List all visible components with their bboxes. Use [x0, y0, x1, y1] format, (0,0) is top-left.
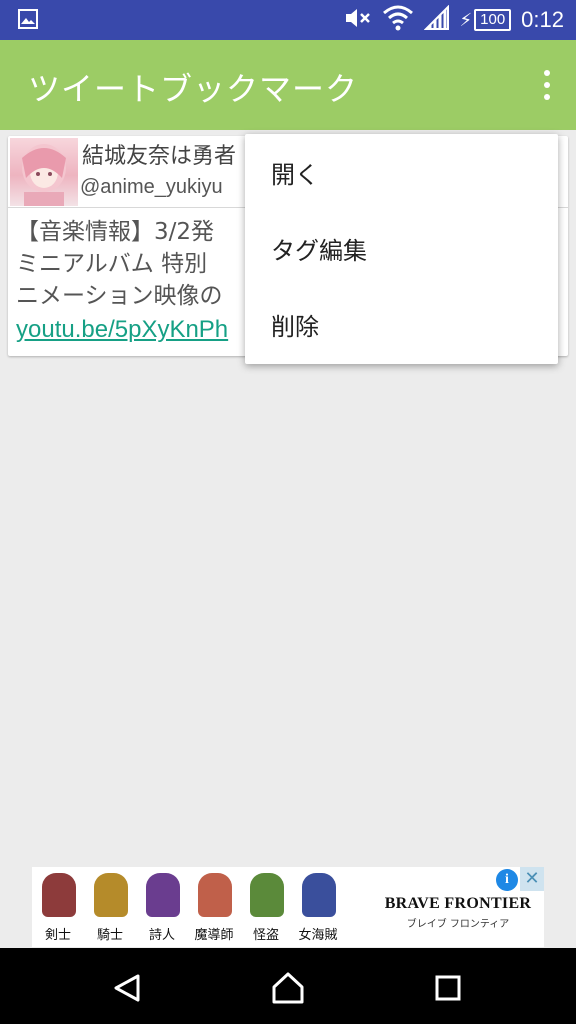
back-icon[interactable] — [108, 968, 148, 1008]
recents-icon[interactable] — [428, 968, 468, 1008]
ad-character-label: 騎士 — [96, 928, 123, 943]
ad-logo-subtitle: ブレイブ フロンティア — [406, 919, 510, 930]
ad-character: 女海賊 — [292, 867, 344, 947]
ad-close-icon[interactable]: ✕ — [520, 867, 544, 891]
signal-icon — [423, 4, 450, 35]
image-notification-icon — [18, 9, 38, 33]
menu-item-open[interactable]: 開く — [245, 134, 558, 210]
ad-character: 怪盗 — [240, 867, 292, 947]
ad-character-label: 剣士 — [44, 928, 71, 943]
ad-character-figure — [94, 873, 128, 917]
battery-level: 100 — [474, 9, 512, 31]
status-time: 0:12 — [521, 7, 564, 32]
app-title: ツイートブックマーク — [28, 70, 359, 108]
menu-item-edit-tags[interactable]: タグ編集 — [245, 210, 558, 286]
mute-icon — [344, 6, 372, 34]
ad-character-figure — [198, 873, 232, 917]
ad-character-label: 魔導師 — [194, 928, 234, 943]
ad-character: 剣士 — [32, 867, 84, 947]
tweet-author-name: 結城友奈は勇者 — [82, 144, 237, 169]
ad-character: 騎士 — [84, 867, 136, 947]
ad-character-figure — [302, 873, 336, 917]
ad-logo: BRAVE FRONTIER ブレイブ フロンティア — [374, 877, 542, 941]
ad-character-figure — [146, 873, 180, 917]
ad-character: 魔導師 — [188, 867, 240, 947]
avatar[interactable] — [10, 138, 78, 206]
wifi-icon — [382, 5, 414, 35]
ad-character-label: 怪盗 — [252, 928, 279, 943]
status-bar: ⚡ 100 0:12 — [0, 0, 576, 40]
ad-info-icon[interactable]: i — [496, 869, 518, 891]
context-menu: 開く タグ編集 削除 — [245, 134, 558, 364]
ad-banner[interactable]: 剣士 騎士 詩人 魔導師 怪盗 女海賊 BRAVE FRONTIER ブレイブ … — [32, 867, 544, 947]
tweet-author-handle: @anime_yukiyu — [80, 176, 223, 198]
ad-character-label: 女海賊 — [298, 928, 338, 943]
home-icon[interactable] — [268, 968, 308, 1008]
navigation-bar — [0, 948, 576, 1024]
ad-character-figure — [42, 873, 76, 917]
app-bar: ツイートブックマーク — [0, 40, 576, 130]
battery-icon: ⚡ 100 — [460, 9, 512, 31]
menu-item-delete[interactable]: 削除 — [245, 286, 558, 362]
ad-logo-title: BRAVE FRONTIER — [384, 895, 532, 912]
ad-characters: 剣士 騎士 詩人 魔導師 怪盗 女海賊 — [32, 867, 372, 947]
overflow-menu-icon[interactable] — [540, 70, 554, 100]
ad-character: 詩人 — [136, 867, 188, 947]
ad-character-label: 詩人 — [148, 928, 175, 943]
ad-character-figure — [250, 873, 284, 917]
charging-icon: ⚡ — [459, 9, 473, 31]
